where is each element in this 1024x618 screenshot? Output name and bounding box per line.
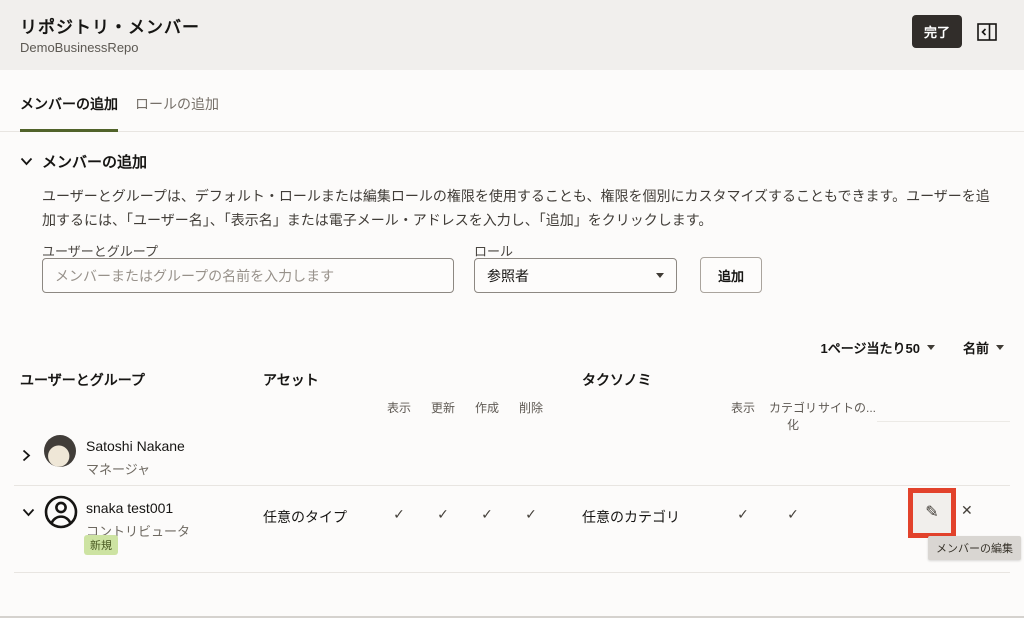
- subheader-asset-update: 更新: [421, 399, 465, 416]
- page-size-dropdown[interactable]: 1ページ当たり50: [821, 338, 935, 357]
- row-divider: [14, 485, 1010, 486]
- done-button[interactable]: 完了: [912, 15, 962, 48]
- chevron-down-icon: [927, 345, 935, 350]
- subheader-asset-view: 表示: [377, 399, 421, 416]
- check-icon: ✓: [765, 506, 821, 523]
- tab-bar: メンバーの追加 ロールの追加: [0, 70, 1024, 132]
- column-header-taxonomies: タクソノミ: [582, 370, 652, 390]
- role-select-value: 参照者: [487, 266, 529, 286]
- page-title: リポジトリ・メンバー: [20, 13, 200, 38]
- row-divider: [14, 572, 1010, 573]
- check-icon: ✓: [377, 506, 421, 523]
- add-button[interactable]: 追加: [700, 257, 762, 293]
- check-icon: ✓: [721, 506, 765, 523]
- tab-add-members[interactable]: メンバーの追加: [20, 94, 118, 132]
- list-controls: 1ページ当たり50 名前: [821, 338, 1004, 357]
- check-icon: ✓: [509, 506, 553, 523]
- collapse-panel-icon[interactable]: [977, 23, 997, 41]
- role-select[interactable]: 参照者: [474, 258, 677, 293]
- table-row: snaka test001 コントリビュータ 新規 任意のタイプ ✓ ✓ ✓ ✓…: [0, 490, 1024, 572]
- taxonomy-scope: 任意のカテゴリ: [582, 507, 680, 527]
- repository-name: DemoBusinessRepo: [20, 40, 139, 55]
- actions-column-divider: [877, 421, 1010, 422]
- page-size-label: 1ページ当たり50: [821, 338, 920, 357]
- chevron-down-icon: [996, 345, 1004, 350]
- subheader-asset-create: 作成: [465, 399, 509, 416]
- subheader-taxonomy-categorize: カテゴリ化: [765, 399, 821, 433]
- asset-scope: 任意のタイプ: [263, 507, 347, 527]
- chevron-down-icon: [656, 273, 664, 278]
- click-annotation-highlight: ✎: [908, 488, 956, 538]
- chevron-right-icon[interactable]: [22, 449, 31, 462]
- sort-label: 名前: [963, 338, 989, 357]
- edit-member-pencil-icon[interactable]: ✎: [925, 505, 938, 521]
- check-icon: ✓: [421, 506, 465, 523]
- check-icon: ✓: [465, 506, 509, 523]
- sort-dropdown[interactable]: 名前: [963, 338, 1004, 357]
- remove-member-x-icon[interactable]: ✕: [961, 503, 973, 517]
- column-header-user-group: ユーザーとグループ: [20, 370, 145, 390]
- section-description: ユーザーとグループは、デフォルト・ロールまたは編集ロールの権限を使用することも、…: [42, 184, 996, 232]
- member-name-input[interactable]: [42, 258, 454, 293]
- member-name: Satoshi Nakane: [86, 438, 185, 454]
- chevron-down-icon[interactable]: [22, 508, 35, 517]
- column-header-assets: アセット: [263, 370, 319, 390]
- subheader-asset-delete: 削除: [509, 399, 553, 416]
- member-role: マネージャ: [86, 459, 150, 478]
- status-badge-new: 新規: [84, 535, 118, 555]
- avatar: [44, 495, 78, 529]
- section-title: メンバーの追加: [42, 151, 147, 172]
- avatar: [44, 435, 76, 467]
- table-row: Satoshi Nakane マネージャ: [0, 432, 1024, 485]
- member-name: snaka test001: [86, 500, 173, 516]
- repository-members-page: リポジトリ・メンバー DemoBusinessRepo 完了 メンバーの追加 ロ…: [0, 0, 1024, 618]
- page-header: リポジトリ・メンバー DemoBusinessRepo 完了: [0, 0, 1024, 70]
- tab-add-roles[interactable]: ロールの追加: [135, 94, 219, 132]
- section-collapse-chevron-icon[interactable]: [20, 157, 33, 166]
- subheader-taxonomy-view: 表示: [721, 399, 765, 416]
- edit-member-tooltip: メンバーの編集: [928, 536, 1021, 560]
- subheader-taxonomy-sites: サイトの...: [818, 399, 888, 416]
